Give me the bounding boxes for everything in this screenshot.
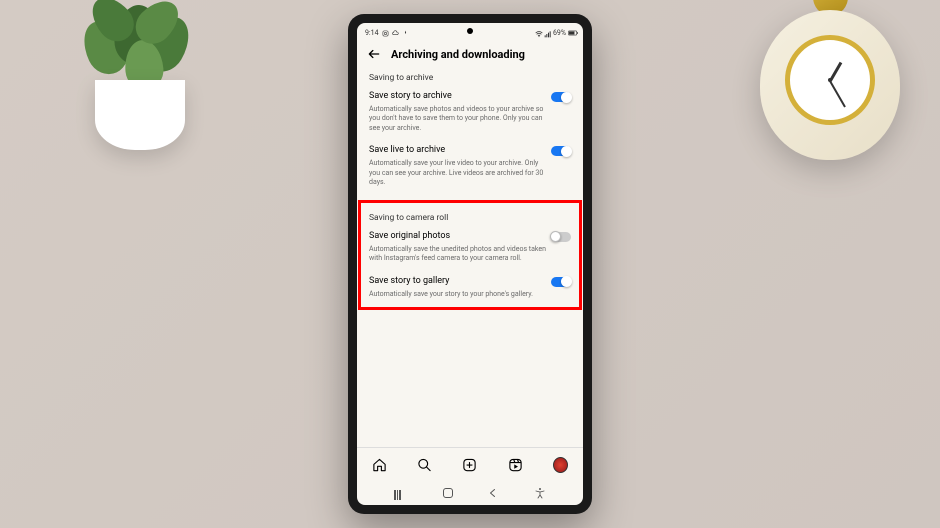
setting-save-story-archive[interactable]: Save story to archive	[369, 91, 571, 102]
wifi-icon	[535, 30, 542, 37]
android-home-button[interactable]	[443, 488, 453, 498]
setting-desc: Automatically save your live video to yo…	[369, 159, 571, 187]
android-accessibility-button[interactable]	[534, 487, 546, 499]
nav-search[interactable]	[417, 457, 432, 472]
android-nav-bar	[357, 481, 583, 505]
toggle-save-original-photos[interactable]	[551, 232, 571, 242]
instagram-icon	[382, 30, 389, 37]
avatar-icon	[553, 457, 568, 473]
android-back-button[interactable]	[487, 487, 499, 499]
app-header: Archiving and downloading	[357, 41, 583, 67]
toggle-save-story-archive[interactable]	[551, 92, 571, 102]
setting-desc: Automatically save the unedited photos a…	[369, 245, 571, 264]
android-recents-button[interactable]	[394, 490, 408, 492]
setting-save-original-photos[interactable]: Save original photos	[369, 231, 571, 242]
nav-reels[interactable]	[508, 457, 523, 472]
notification-icon	[402, 30, 409, 37]
battery-icon	[568, 30, 575, 37]
decorative-clock	[760, 0, 900, 160]
setting-save-live-archive[interactable]: Save live to archive	[369, 145, 571, 156]
section-label-camera-roll: Saving to camera roll	[369, 213, 571, 223]
highlighted-section: Saving to camera roll Save original phot…	[358, 200, 582, 310]
status-time: 9:14	[365, 29, 379, 37]
setting-save-story-gallery[interactable]: Save story to gallery	[369, 276, 571, 287]
setting-desc: Automatically save your story to your ph…	[369, 290, 571, 299]
toggle-save-live-archive[interactable]	[551, 146, 571, 156]
section-label-archive: Saving to archive	[369, 73, 571, 83]
phone-device-frame: 9:14 69%	[348, 14, 592, 514]
nav-home[interactable]	[372, 457, 387, 472]
setting-desc: Automatically save photos and videos to …	[369, 105, 571, 133]
setting-title: Save story to archive	[369, 91, 452, 101]
back-button[interactable]	[367, 47, 381, 61]
setting-title: Save live to archive	[369, 145, 445, 155]
setting-title: Save story to gallery	[369, 276, 449, 286]
bottom-nav	[357, 447, 583, 481]
battery-text: 69%	[553, 29, 566, 37]
nav-profile[interactable]	[553, 457, 568, 472]
nav-create[interactable]	[462, 457, 477, 472]
toggle-save-story-gallery[interactable]	[551, 277, 571, 287]
decorative-plant	[70, 0, 210, 150]
signal-icon	[544, 30, 551, 37]
page-title: Archiving and downloading	[391, 48, 525, 61]
settings-content[interactable]: Saving to archive Save story to archive …	[357, 67, 583, 447]
camera-hole	[467, 28, 473, 34]
cloud-icon	[392, 30, 399, 37]
setting-title: Save original photos	[369, 231, 450, 241]
